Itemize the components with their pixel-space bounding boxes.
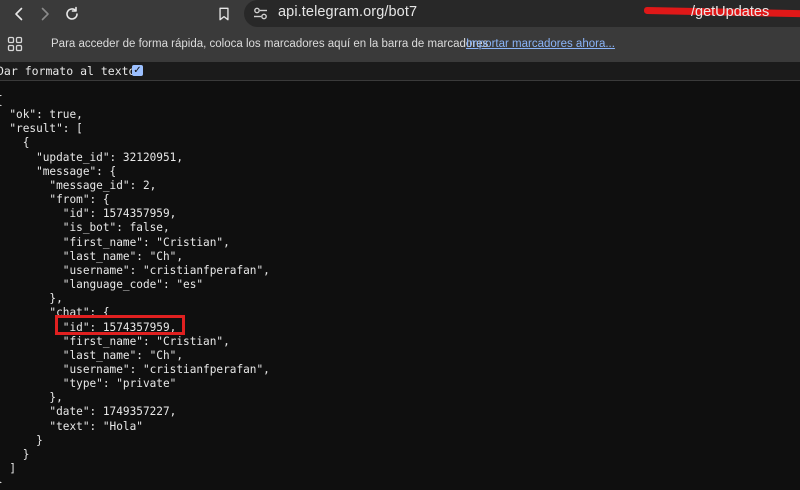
json-line: "ok": true,: [0, 108, 83, 122]
json-line: "first_name": "Cristian",: [0, 334, 230, 348]
json-line: "username": "cristianfperafan",: [0, 362, 270, 376]
address-bar[interactable]: api.telegram.org/bot7 /getUpdates: [244, 0, 800, 27]
json-line: "first_name": "Cristian",: [0, 235, 230, 249]
json-response: { "ok": true, "result": [ { "update_id":…: [0, 94, 270, 490]
json-line: "type": "private": [0, 377, 177, 391]
arrow-right-icon: [41, 7, 49, 20]
json-line: }: [0, 433, 43, 447]
json-line: "message": {: [0, 164, 117, 178]
arrow-left-icon: [15, 7, 23, 20]
json-line: },: [0, 391, 63, 405]
url-text-end[interactable]: /getUpdates: [691, 4, 769, 20]
pretty-print-label: Dar formato al texto: [0, 64, 136, 78]
json-line: "id": 1574357959,: [0, 207, 177, 221]
json-line: "message_id": 2,: [0, 178, 157, 192]
bookmarks-bar-message: Para acceder de forma rápida, coloca los…: [51, 38, 489, 50]
highlight-box-chat-id: [55, 315, 185, 335]
json-line: "last_name": "Ch",: [0, 249, 184, 263]
json-line: "username": "cristianfperafan",: [0, 263, 270, 277]
json-line: "date": 1749357227,: [0, 405, 177, 419]
json-line: "update_id": 32120951,: [0, 150, 184, 164]
bookmark-button[interactable]: [213, 0, 235, 27]
json-line: ]: [9, 462, 17, 476]
json-line: "from": {: [0, 193, 110, 207]
bookmark-icon: [219, 7, 229, 20]
url-text[interactable]: api.telegram.org/bot7: [278, 4, 417, 20]
browser-toolbar: api.telegram.org/bot7 /getUpdates: [0, 0, 800, 27]
json-line: "text": "Hola": [0, 419, 143, 433]
json-line: },: [0, 292, 63, 306]
json-line: "language_code": "es": [0, 278, 204, 292]
json-line: }: [0, 476, 3, 489]
back-button[interactable]: [6, 0, 32, 27]
json-line: {: [0, 94, 3, 107]
json-line: "result": [: [0, 122, 83, 136]
pretty-print-bar: Dar formato al texto ✓: [0, 62, 800, 81]
json-line: "last_name": "Ch",: [0, 348, 184, 362]
tune-icon[interactable]: [252, 5, 269, 22]
json-line: "is_bot": false,: [0, 221, 170, 235]
pretty-print-checkbox[interactable]: ✓: [132, 65, 143, 76]
import-bookmarks-link[interactable]: Importar marcadores ahora...: [466, 38, 615, 50]
forward-button[interactable]: [32, 0, 58, 27]
json-line: {: [22, 136, 30, 150]
reload-icon: [66, 6, 78, 20]
bookmarks-bar: Para acceder de forma rápida, coloca los…: [0, 27, 800, 63]
apps-grid-icon[interactable]: [7, 36, 23, 52]
json-line: }: [22, 447, 30, 461]
reload-button[interactable]: [59, 0, 85, 27]
